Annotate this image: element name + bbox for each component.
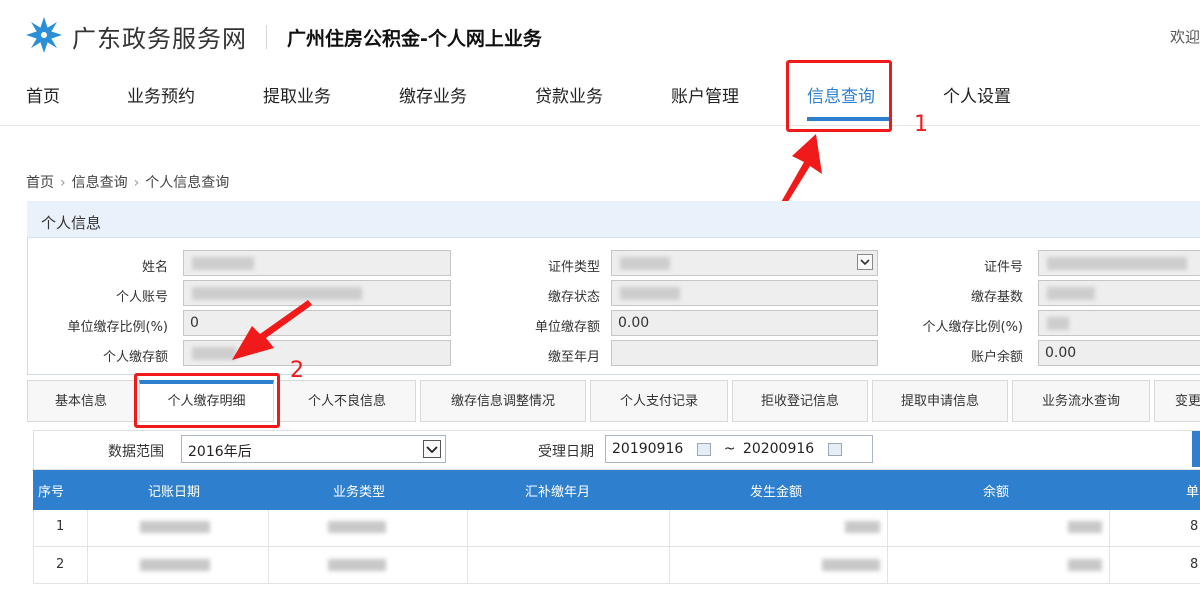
welcome-text: 欢迎 <box>1170 28 1200 46</box>
range-label: 数据范围 <box>108 444 164 460</box>
column-divider <box>467 510 468 584</box>
tab-payment-record[interactable]: 个人支付记录 <box>590 380 728 422</box>
site-name[interactable]: 广东政务服务网 <box>72 19 247 54</box>
row-index: 2 <box>56 557 65 572</box>
tab-basic-info[interactable]: 基本信息 <box>27 380 135 422</box>
tab-change[interactable]: 变更 <box>1154 380 1200 422</box>
annotation-box-1 <box>786 60 892 132</box>
unit-ratio-label: 单位缴存比例(%) <box>67 320 169 335</box>
breadcrumb: 首页 › 信息查询 › 个人信息查询 <box>26 172 229 192</box>
personal-amount-label: 个人缴存额 <box>102 350 168 365</box>
nav-withdrawal[interactable]: 提取业务 <box>263 82 331 107</box>
name-label: 姓名 <box>141 260 168 275</box>
id-type-label: 证件类型 <box>547 260 600 275</box>
annotation-arrow-2 <box>232 300 312 360</box>
breadcrumb-info-query[interactable]: 信息查询 <box>72 175 128 191</box>
personal-account-label: 个人账号 <box>115 290 168 305</box>
annotation-number-1: 1 <box>914 112 928 137</box>
personal-info-title: 个人信息 <box>41 214 102 232</box>
personal-account-field <box>183 280 451 306</box>
personal-amount-field <box>183 340 451 366</box>
breadcrumb-separator: › <box>133 175 140 191</box>
personal-ratio-label: 个人缴存比例(%) <box>922 320 1024 335</box>
breadcrumb-home[interactable]: 首页 <box>26 175 54 191</box>
nav-loan[interactable]: 贷款业务 <box>535 82 603 107</box>
query-button[interactable] <box>1192 431 1200 467</box>
id-number-field <box>1038 250 1200 276</box>
col-index: 序号 <box>38 485 65 500</box>
breadcrumb-current: 个人信息查询 <box>145 175 230 191</box>
paid-until-label: 缴至年月 <box>547 350 600 365</box>
page-title: 广州住房公积金-个人网上业务 <box>287 28 542 50</box>
name-field <box>183 250 451 276</box>
row-index: 1 <box>56 519 65 534</box>
date-separator: ~ <box>723 441 736 457</box>
col-balance: 余额 <box>983 485 1010 500</box>
tab-rejection-record[interactable]: 拒收登记信息 <box>732 380 868 422</box>
nav-account[interactable]: 账户管理 <box>671 82 739 107</box>
unit-amount-field: 0.00 <box>611 310 878 336</box>
id-type-select[interactable] <box>611 250 878 276</box>
column-divider <box>887 510 888 584</box>
unit-ratio-field: 0 <box>183 310 451 336</box>
guangdong-logo-icon <box>26 17 62 53</box>
range-select[interactable]: 2016年后 <box>181 435 446 463</box>
balance-field: 0.00 <box>1038 340 1200 366</box>
column-divider <box>87 510 88 584</box>
col-unit: 单 <box>1186 485 1200 500</box>
row-unit: 8 <box>1190 557 1199 572</box>
balance-label: 账户余额 <box>970 350 1023 365</box>
nav-home[interactable]: 首页 <box>26 82 60 107</box>
nav-settings[interactable]: 个人设置 <box>943 82 1011 107</box>
tab-bad-record[interactable]: 个人不良信息 <box>278 380 416 422</box>
column-divider <box>268 510 269 584</box>
deposit-base-field <box>1038 280 1200 306</box>
personal-ratio-field <box>1038 310 1200 336</box>
column-divider <box>669 510 670 584</box>
table-header <box>33 470 1200 510</box>
annotation-arrow-1 <box>780 134 822 208</box>
col-supplement-month: 汇补缴年月 <box>525 485 591 500</box>
chevron-down-icon <box>857 254 873 270</box>
date-range-input[interactable]: 20190916 ~ 20200916 <box>605 435 873 463</box>
tab-transaction-query[interactable]: 业务流水查询 <box>1012 380 1150 422</box>
deposit-base-label: 缴存基数 <box>970 290 1023 305</box>
nav-appointment[interactable]: 业务预约 <box>127 82 195 107</box>
header-divider <box>266 25 267 49</box>
column-divider <box>33 510 34 584</box>
chevron-down-icon <box>423 440 441 458</box>
paid-until-field <box>611 340 878 366</box>
calendar-icon[interactable] <box>828 442 843 456</box>
unit-amount-label: 单位缴存额 <box>534 320 600 335</box>
breadcrumb-separator: › <box>60 175 66 191</box>
tab-withdrawal-application[interactable]: 提取申请信息 <box>872 380 1008 422</box>
annotation-box-2 <box>134 373 280 428</box>
col-posting-date: 记账日期 <box>148 485 201 500</box>
tab-deposit-adjustment[interactable]: 缴存信息调整情况 <box>420 380 586 422</box>
deposit-status-label: 缴存状态 <box>547 290 600 305</box>
calendar-icon[interactable] <box>697 442 712 456</box>
date-label: 受理日期 <box>538 444 594 460</box>
col-amount: 发生金额 <box>750 485 803 500</box>
deposit-status-field <box>611 280 878 306</box>
date-to[interactable]: 20200916 <box>743 441 814 457</box>
column-divider <box>1109 510 1110 584</box>
row-unit: 8 <box>1190 519 1199 534</box>
id-number-label: 证件号 <box>983 260 1023 275</box>
date-from[interactable]: 20190916 <box>612 441 683 457</box>
nav-deposit[interactable]: 缴存业务 <box>399 82 467 107</box>
col-business-type: 业务类型 <box>333 485 386 500</box>
personal-info-header <box>27 201 1200 238</box>
